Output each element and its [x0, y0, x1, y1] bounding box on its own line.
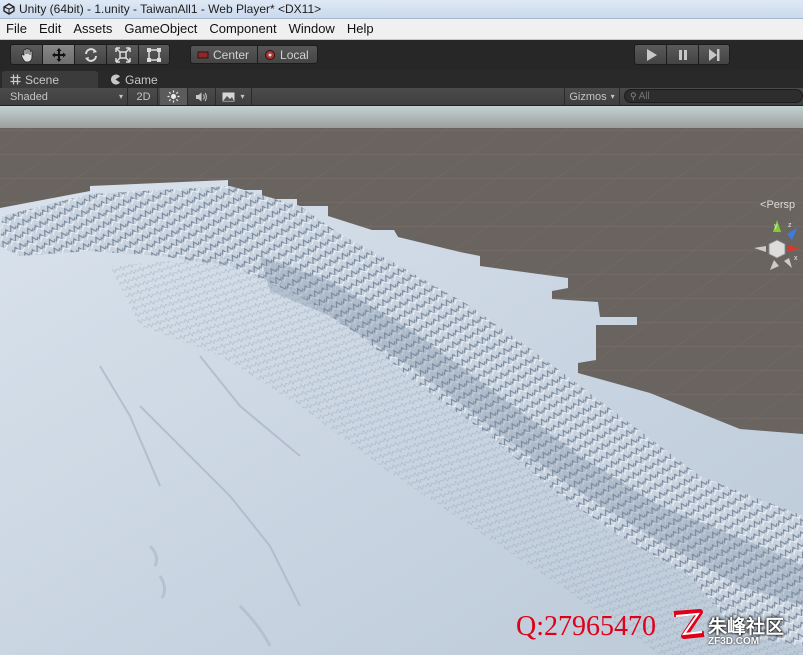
- x-axis-arrow-icon[interactable]: [788, 245, 800, 252]
- move-tool-button[interactable]: [42, 44, 74, 65]
- transform-tools: [10, 44, 170, 65]
- sun-icon: [167, 90, 180, 103]
- terrain-scene-render: [0, 106, 803, 655]
- y-axis-label: y: [774, 223, 778, 230]
- scene-audio-toggle[interactable]: [188, 88, 216, 105]
- step-icon: [709, 48, 720, 61]
- search-input[interactable]: [636, 90, 789, 102]
- z-axis-label: z: [788, 222, 792, 229]
- local-rotation-icon: [265, 49, 276, 60]
- pivot-local-label: Local: [280, 47, 309, 62]
- hand-tool-button[interactable]: [10, 44, 42, 65]
- rect-icon: [147, 47, 161, 62]
- logo-name: 朱峰社区: [708, 617, 785, 638]
- speaker-icon: [196, 92, 207, 101]
- hand-icon: [20, 47, 32, 62]
- dropdown-arrow-icon: ▾: [610, 92, 615, 101]
- rotate-icon: [84, 47, 97, 62]
- draw-mode-value: Shaded: [10, 90, 48, 103]
- qq-watermark: Q:27965470: [516, 611, 656, 642]
- unity-logo-icon: [3, 3, 15, 15]
- pivot-controls: Center Local: [190, 45, 318, 66]
- projection-label: Persp: [766, 199, 796, 211]
- scale-tool-button[interactable]: [106, 44, 138, 65]
- dropdown-arrow-icon: ▾: [240, 92, 245, 101]
- orientation-gizmo[interactable]: y z x: [752, 218, 802, 280]
- play-button[interactable]: [634, 44, 666, 65]
- gizmos-dropdown[interactable]: Gizmos ▾: [564, 88, 620, 105]
- menu-gameobject[interactable]: GameObject: [118, 19, 203, 39]
- mode-2d-toggle[interactable]: 2D: [130, 88, 158, 105]
- rect-tool-button[interactable]: [138, 44, 170, 65]
- pause-button[interactable]: [666, 44, 698, 65]
- scene-effects-dropdown[interactable]: ▾: [216, 88, 252, 105]
- window-title: Unity (64bit) - 1.unity - TaiwanAll1 - W…: [19, 2, 322, 16]
- search-icon: ⚲: [630, 90, 637, 101]
- tab-game[interactable]: Game: [102, 71, 192, 88]
- dropdown-arrow-icon: ▾: [118, 92, 123, 101]
- z-axis-arrow-icon[interactable]: [787, 228, 797, 240]
- play-icon: [646, 48, 657, 61]
- projection-toggle[interactable]: <Persp: [760, 199, 795, 211]
- menu-component[interactable]: Component: [203, 19, 282, 39]
- tab-scene-label: Scene: [25, 72, 60, 87]
- menu-window[interactable]: Window: [283, 19, 341, 39]
- gizmos-label: Gizmos: [569, 90, 607, 103]
- pause-icon: [678, 49, 687, 60]
- move-icon: [51, 47, 66, 62]
- menu-file[interactable]: File: [0, 19, 33, 39]
- playback-controls: [634, 44, 730, 65]
- scene-viewport[interactable]: y z x <Persp Q:27965470 朱峰社区 ZF3D.COM: [0, 106, 803, 655]
- image-effects-icon: [222, 92, 235, 101]
- tab-scene[interactable]: Scene: [2, 71, 98, 88]
- hierarchy-search: ⚲: [624, 89, 803, 103]
- pivot-center-label: Center: [213, 47, 250, 62]
- menu-assets[interactable]: Assets: [67, 19, 118, 39]
- menu-help[interactable]: Help: [341, 19, 380, 39]
- view-tab-strip: Scene Game: [0, 70, 803, 88]
- step-button[interactable]: [698, 44, 730, 65]
- scene-lighting-toggle[interactable]: [160, 88, 188, 105]
- logo-url: ZF3D.COM: [708, 636, 760, 647]
- window-title-bar: Unity (64bit) - 1.unity - TaiwanAll1 - W…: [0, 0, 803, 19]
- pivot-center-button[interactable]: Center: [190, 45, 258, 64]
- scene-view-toolbar: Shaded ▾ 2D ▾ Gizmos ▾ ⚲: [0, 88, 803, 106]
- pivot-local-button[interactable]: Local: [257, 45, 318, 64]
- rotate-tool-button[interactable]: [74, 44, 106, 65]
- scale-icon: [114, 46, 131, 63]
- mode-2d-label: 2D: [136, 90, 151, 103]
- main-toolbar: Center Local: [0, 40, 803, 70]
- game-pacman-icon: [111, 74, 120, 85]
- x-axis-label: x: [794, 255, 798, 262]
- menu-bar: File Edit Assets GameObject Component Wi…: [0, 19, 803, 40]
- menu-edit[interactable]: Edit: [33, 19, 67, 39]
- tab-game-label: Game: [125, 72, 158, 87]
- scene-grid-icon: [10, 74, 21, 85]
- draw-mode-dropdown[interactable]: Shaded ▾: [0, 88, 128, 105]
- pivot-center-icon: [197, 51, 209, 58]
